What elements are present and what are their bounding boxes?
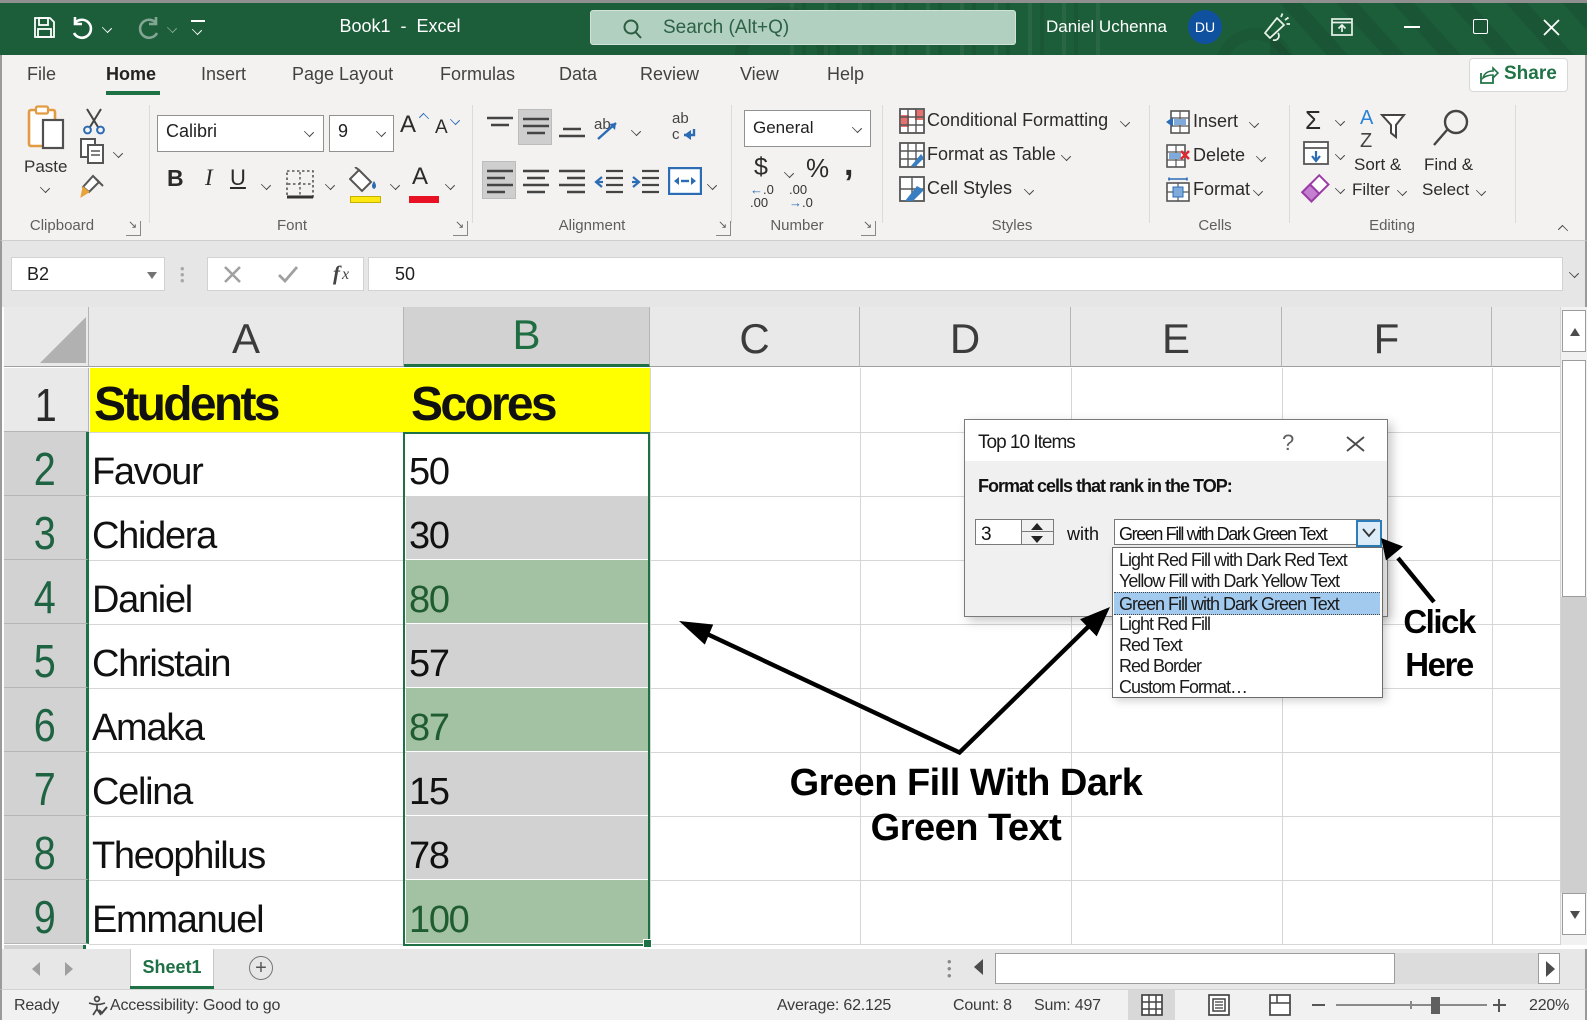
svg-text:c: c [672,126,680,143]
svg-text:ab: ab [672,110,689,127]
svg-text:Z: Z [1360,130,1372,152]
svg-text:A: A [1360,107,1374,129]
